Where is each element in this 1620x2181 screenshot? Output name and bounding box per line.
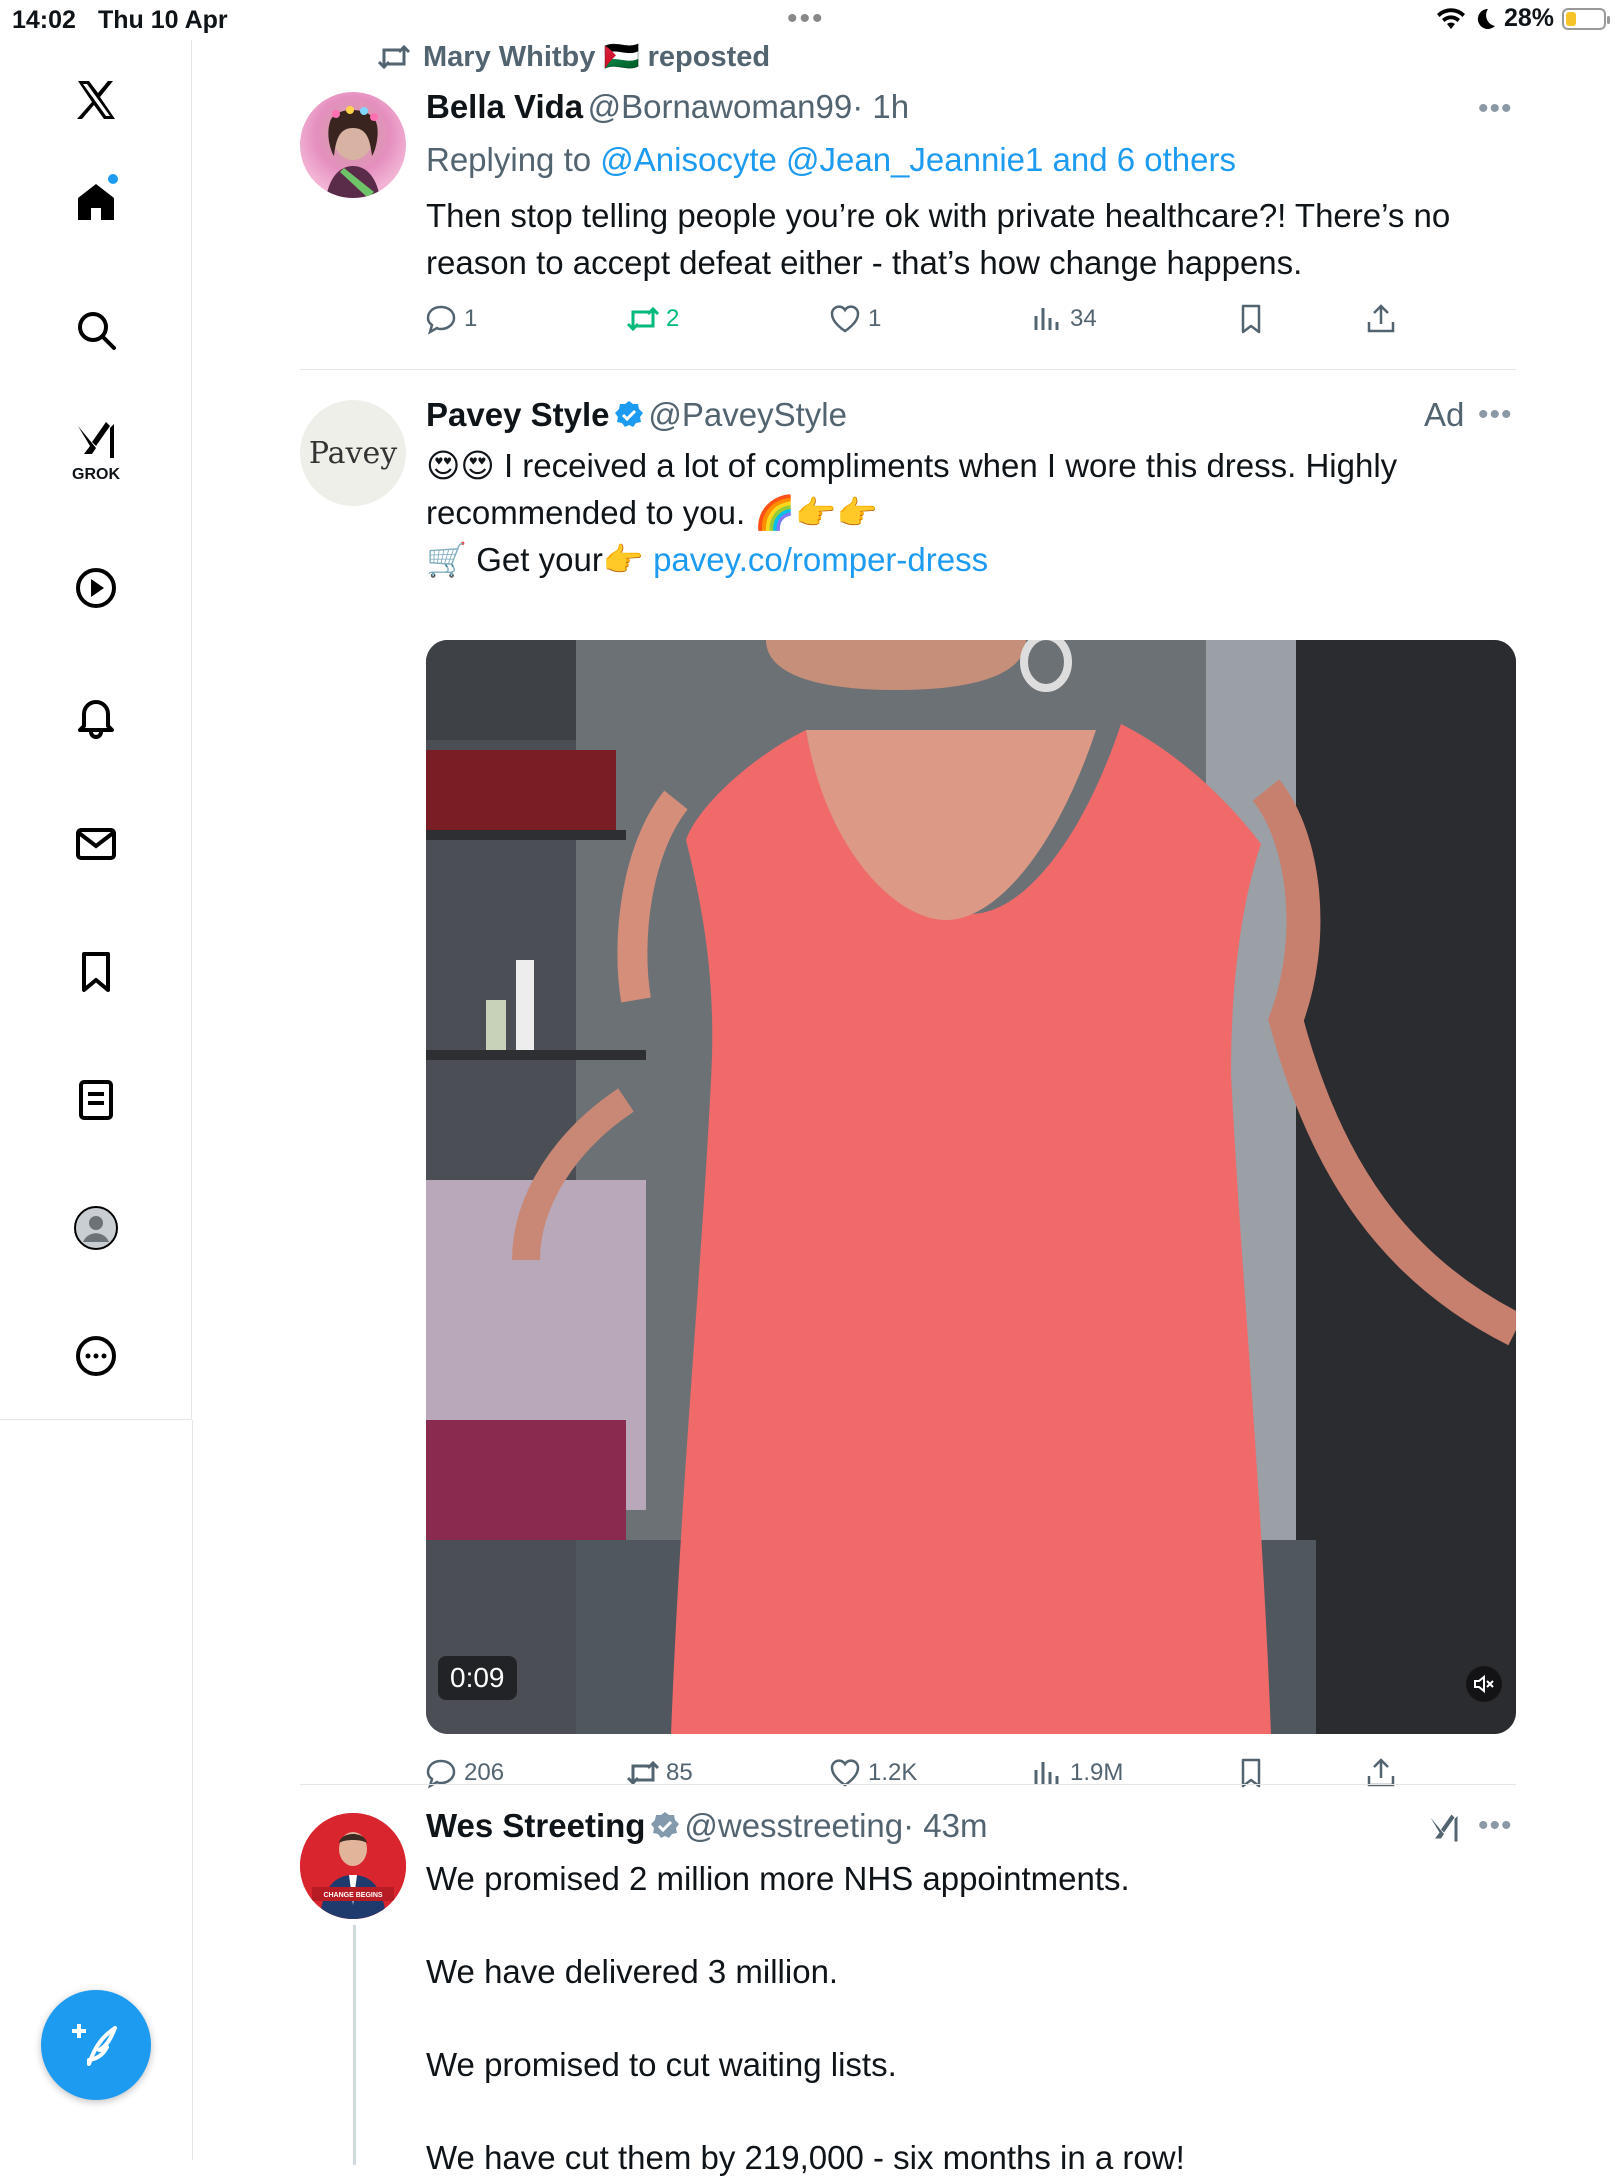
bookmark-icon	[1241, 304, 1261, 334]
share-icon	[1367, 304, 1395, 333]
post-more-icon[interactable]: •••	[1478, 92, 1513, 126]
share-button[interactable]	[1364, 302, 1398, 336]
post-header: Wes Streeting @wesstreeting· 43m	[426, 1807, 987, 1845]
ad-label: Ad	[1424, 396, 1465, 433]
search-icon[interactable]	[46, 280, 146, 380]
post-text: 😍😍 I received a lot of compliments when …	[426, 447, 1398, 578]
verified-badge-icon	[614, 401, 643, 427]
sidebar: GROK	[0, 40, 192, 1420]
repost-icon	[626, 306, 660, 332]
replying-to-link[interactable]: @Anisocyte @Jean_Jeannie1 and 6 others	[600, 141, 1236, 178]
bookmarks-icon[interactable]	[46, 922, 146, 1022]
post-pavey-style-ad[interactable]: Pavey Pavey Style @PaveyStyle Ad ••• 😍😍 …	[300, 370, 1516, 1790]
wes-streeting-avatar[interactable]: CHANGE BEGINS	[300, 1813, 406, 1919]
reply-button[interactable]: 1	[424, 302, 477, 336]
x-logo-icon[interactable]	[46, 50, 146, 150]
post-text: We promised 2 million more NHS appointme…	[426, 1860, 1185, 2176]
video-icon[interactable]	[46, 538, 146, 638]
repost-indicator: Mary Whitby 🇵🇸 reposted	[377, 40, 770, 74]
author-name[interactable]: Pavey Style	[426, 396, 609, 433]
author-handle[interactable]: @PaveyStyle	[648, 396, 847, 433]
pavey-style-avatar[interactable]: Pavey	[300, 400, 406, 506]
author-name[interactable]: Wes Streeting	[426, 1807, 645, 1844]
post-header: Pavey Style @PaveyStyle	[426, 396, 847, 434]
more-options-icon[interactable]	[46, 1306, 146, 1406]
grok-icon[interactable]: GROK	[46, 400, 146, 500]
post-wes-streeting[interactable]: CHANGE BEGINS Wes Streeting @wesstreetin…	[300, 1785, 1516, 2176]
feather-plus-icon	[72, 2024, 117, 2066]
clock: 14:02	[12, 6, 76, 34]
post-more-icon[interactable]: •••	[1478, 398, 1513, 432]
multitasking-dots[interactable]: •••	[787, 2, 825, 36]
reply-icon	[426, 305, 456, 335]
repost-by-text[interactable]: Mary Whitby 🇵🇸 reposted	[423, 40, 770, 74]
home-icon[interactable]	[46, 152, 146, 252]
heart-icon	[830, 305, 860, 333]
author-name[interactable]: Bella Vida	[426, 88, 583, 125]
status-bar: 14:02 Thu 10 Apr ••• 28%	[0, 0, 1620, 40]
post-time[interactable]: · 43m	[903, 1807, 987, 1844]
repost-icon	[377, 44, 411, 70]
post-time[interactable]: · 1h	[852, 88, 909, 125]
svg-text:CHANGE BEGINS: CHANGE BEGINS	[323, 1892, 382, 1899]
post-text: Then stop telling people you’re ok with …	[426, 197, 1451, 281]
analytics-icon	[1034, 308, 1059, 330]
ad-video[interactable]: 0:09	[426, 640, 1516, 1734]
grok-explain-icon[interactable]	[1426, 1809, 1462, 1847]
bookmark-button[interactable]	[1234, 302, 1268, 336]
messages-envelope-icon[interactable]	[46, 794, 146, 894]
bella-vida-avatar[interactable]	[300, 92, 406, 198]
post-bella-vida[interactable]: Mary Whitby 🇵🇸 reposted Bella Vida @Born…	[300, 40, 1516, 370]
notification-dot	[108, 174, 118, 184]
mute-button[interactable]	[1466, 1666, 1502, 1702]
author-handle[interactable]: @wesstreeting	[684, 1807, 903, 1844]
notifications-bell-icon[interactable]	[46, 666, 146, 766]
post-more-icon[interactable]: •••	[1478, 1809, 1513, 1843]
replying-to: Replying to @Anisocyte @Jean_Jeannie1 an…	[426, 141, 1236, 178]
author-handle[interactable]: @Bornawoman99	[588, 88, 853, 125]
video-frame-image	[426, 640, 1516, 1734]
gray-verified-badge-icon	[650, 1812, 679, 1838]
like-button[interactable]: 1	[828, 302, 881, 336]
date: Thu 10 Apr	[98, 6, 228, 34]
compose-post-button[interactable]	[41, 1990, 151, 2100]
views-button[interactable]: 34	[1030, 302, 1097, 336]
moon-icon	[1477, 8, 1495, 29]
lists-icon[interactable]	[46, 1050, 146, 1150]
battery-percent: 28%	[1503, 4, 1554, 32]
video-duration: 0:09	[438, 1656, 517, 1700]
profile-avatar-icon[interactable]	[46, 1178, 146, 1278]
repost-button[interactable]: 2	[626, 302, 679, 336]
sidebar-divider	[192, 1420, 193, 2160]
ad-link[interactable]: pavey.co/romper-dress	[653, 541, 988, 578]
post-header: Bella Vida @Bornawoman99· 1h	[426, 88, 909, 126]
muted-speaker-icon	[1474, 1674, 1494, 1694]
grok-label: GROK	[72, 466, 120, 483]
wifi-icon	[1436, 7, 1465, 29]
battery-icon	[1562, 7, 1610, 30]
thread-line	[353, 1925, 356, 2165]
